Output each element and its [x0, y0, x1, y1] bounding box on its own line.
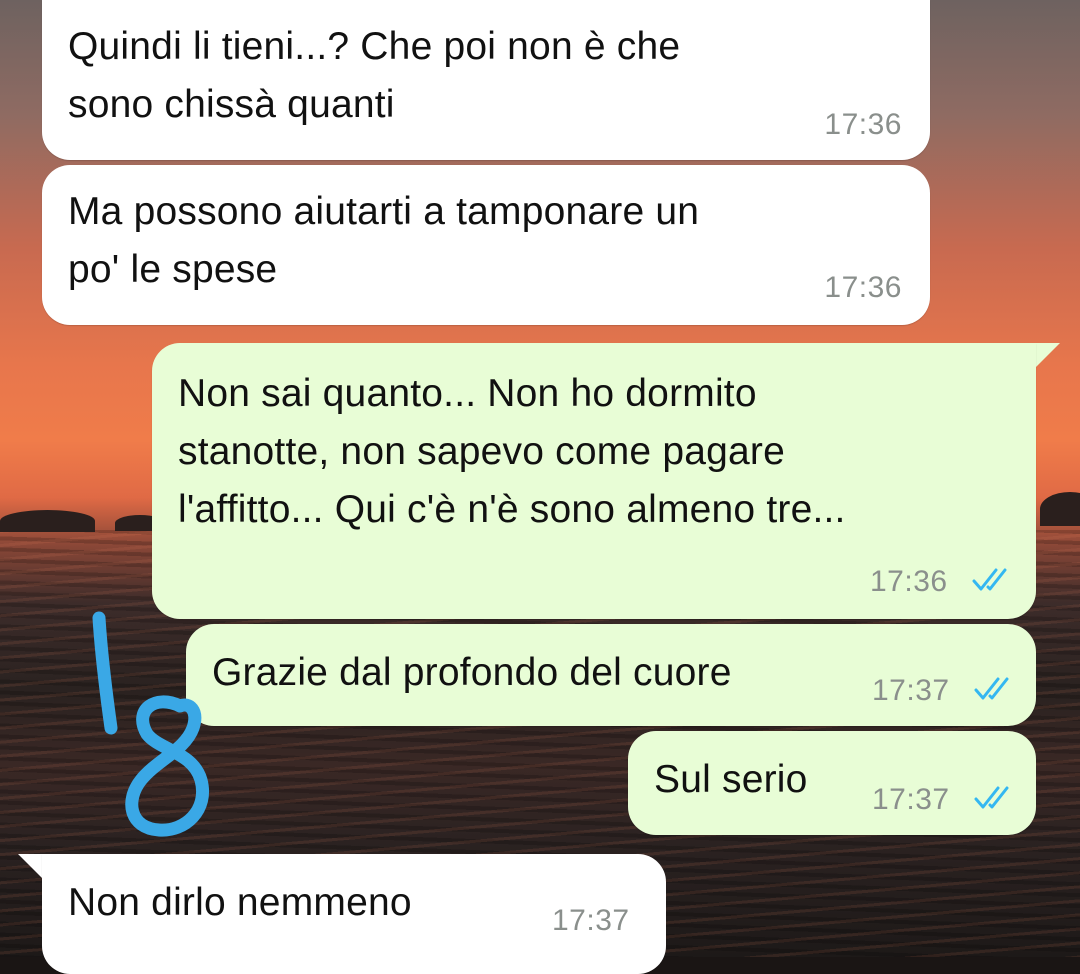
message-timestamp: 17:36	[870, 565, 948, 598]
message-bubble-incoming[interactable]: Quindi li tieni...? Che poi non è che so…	[42, 0, 930, 160]
message-timestamp: 17:36	[824, 108, 902, 141]
bubble-tail	[18, 854, 44, 880]
message-text: Grazie dal profondo del cuore	[212, 651, 732, 694]
message-text: Sul serio	[654, 758, 808, 801]
wallpaper-island-left	[0, 510, 95, 532]
message-bubble-outgoing[interactable]: Sul serio 17:37	[628, 731, 1036, 835]
double-check-read-icon	[974, 786, 1009, 809]
message-bubble-outgoing[interactable]: Non sai quanto... Non ho dormito stanott…	[152, 343, 1036, 619]
message-text: Ma possono aiutarti a tamponare un po' l…	[68, 190, 700, 291]
double-check-read-icon	[974, 677, 1009, 700]
message-timestamp: 17:37	[872, 783, 950, 816]
message-timestamp: 17:37	[872, 674, 950, 707]
hand-drawn-18-annotation	[92, 611, 209, 837]
message-bubble-incoming[interactable]: Non dirlo nemmeno 17:37	[42, 854, 666, 974]
message-bubble-incoming[interactable]: Ma possono aiutarti a tamponare un po' l…	[42, 165, 930, 325]
message-text: Quindi li tieni...? Che poi non è che so…	[68, 25, 681, 126]
wallpaper-island-right	[1040, 492, 1080, 526]
double-check-read-icon	[972, 568, 1007, 591]
message-timestamp: 17:36	[824, 271, 902, 304]
message-bubble-outgoing[interactable]: Grazie dal profondo del cuore 17:37	[186, 624, 1036, 726]
bubble-tail	[1034, 343, 1060, 369]
message-text: Non sai quanto... Non ho dormito stanott…	[178, 372, 846, 531]
message-timestamp: 17:37	[552, 904, 630, 937]
message-text: Non dirlo nemmeno	[68, 881, 412, 924]
